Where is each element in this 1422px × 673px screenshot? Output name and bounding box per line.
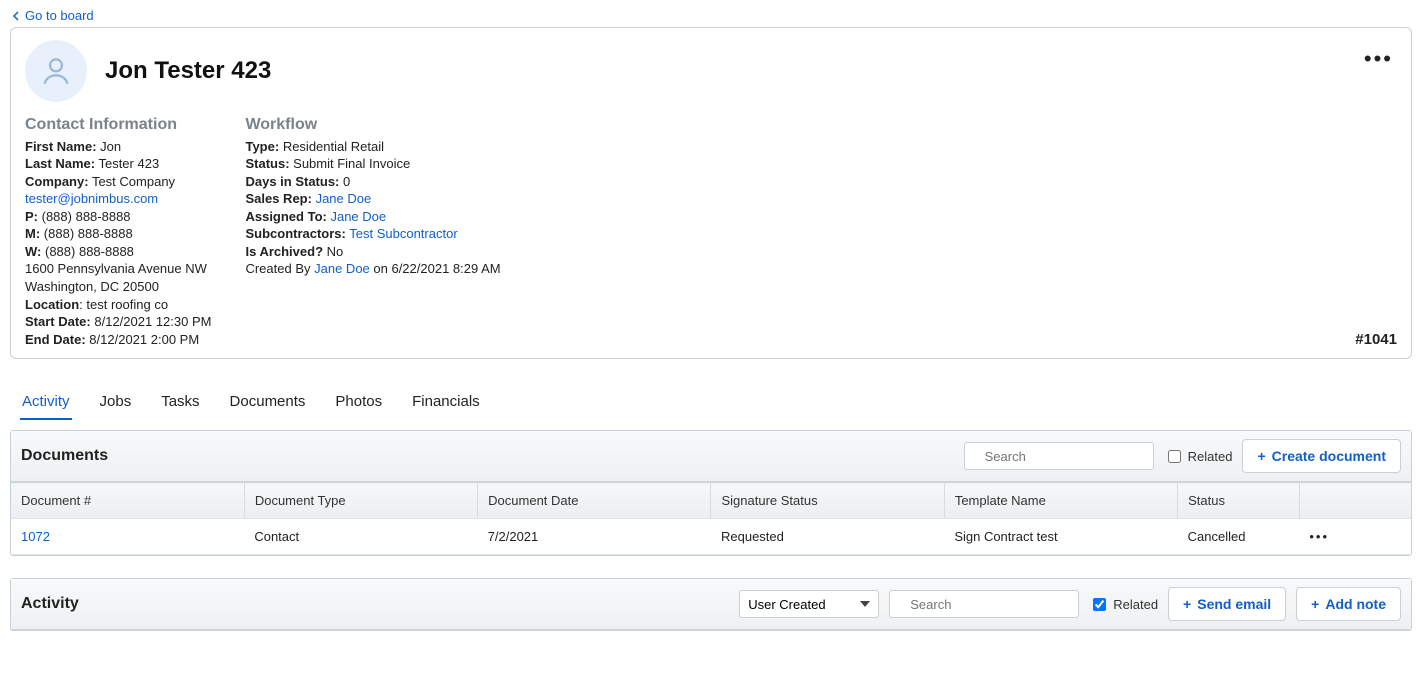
documents-panel: Documents Related + Create document: [10, 430, 1412, 556]
contact-info-heading: Contact Information: [25, 114, 211, 136]
avatar: [25, 40, 87, 102]
plus-icon: +: [1311, 596, 1319, 612]
doc-type-cell: Contact: [244, 519, 477, 555]
activity-panel-title: Activity: [21, 595, 79, 613]
location-label: Location: [25, 297, 79, 312]
wf-rep-link[interactable]: Jane Doe: [316, 191, 372, 206]
first-name-value: Jon: [100, 139, 121, 154]
address-line-2: Washington, DC 20500: [25, 278, 211, 296]
phone-m-value: (888) 888-8888: [44, 226, 133, 241]
tab-activity[interactable]: Activity: [20, 387, 72, 420]
arrow-left-icon: [12, 11, 22, 21]
phone-w-label: W:: [25, 244, 41, 259]
end-date-value: 8/12/2021 2:00 PM: [89, 332, 199, 347]
wf-created-label: Created By: [245, 261, 314, 276]
record-id: #1041: [1355, 331, 1397, 348]
activity-related-label: Related: [1113, 597, 1158, 612]
wf-sub-label: Subcontractors:: [245, 226, 345, 241]
table-row: 1072 Contact 7/2/2021 Requested Sign Con…: [11, 519, 1411, 555]
location-value: : test roofing co: [79, 297, 168, 312]
send-email-button[interactable]: + Send email: [1168, 587, 1286, 621]
last-name-value: Tester 423: [98, 156, 159, 171]
wf-days-value: 0: [343, 174, 350, 189]
start-date-value: 8/12/2021 12:30 PM: [94, 314, 211, 329]
col-template[interactable]: Template Name: [944, 483, 1177, 519]
activity-search-input[interactable]: [908, 596, 1088, 613]
tab-jobs[interactable]: Jobs: [98, 387, 134, 420]
documents-panel-title: Documents: [21, 447, 108, 465]
contact-info-block: Contact Information First Name: Jon Last…: [25, 114, 211, 348]
wf-status-label: Status:: [245, 156, 289, 171]
address-line-1: 1600 Pennsylvania Avenue NW: [25, 260, 211, 278]
last-name-label: Last Name:: [25, 156, 95, 171]
wf-created-by-link[interactable]: Jane Doe: [314, 261, 370, 276]
documents-table: Document # Document Type Document Date S…: [11, 482, 1411, 555]
col-status[interactable]: Status: [1178, 483, 1300, 519]
person-icon: [39, 54, 73, 88]
wf-type-value: Residential Retail: [283, 139, 384, 154]
wf-days-label: Days in Status:: [245, 174, 339, 189]
contact-card: ••• Jon Tester 423 Contact Information F…: [10, 27, 1412, 359]
end-date-label: End Date:: [25, 332, 86, 347]
wf-assigned-link[interactable]: Jane Doe: [330, 209, 386, 224]
wf-archived-label: Is Archived?: [245, 244, 323, 259]
documents-related-checkbox[interactable]: [1168, 450, 1181, 463]
back-to-board-label: Go to board: [25, 8, 94, 23]
tab-financials[interactable]: Financials: [410, 387, 482, 420]
wf-type-label: Type:: [245, 139, 279, 154]
tab-documents[interactable]: Documents: [228, 387, 308, 420]
activity-search-wrap: [889, 590, 1079, 618]
phone-m-label: M:: [25, 226, 40, 241]
start-date-label: Start Date:: [25, 314, 91, 329]
wf-archived-value: No: [327, 244, 344, 259]
activity-filter-select[interactable]: User Created: [739, 590, 879, 618]
plus-icon: +: [1183, 596, 1191, 612]
phone-w-value: (888) 888-8888: [45, 244, 134, 259]
activity-panel: Activity User Created Related + Send ema…: [10, 578, 1412, 631]
workflow-heading: Workflow: [245, 114, 500, 136]
wf-status-value: Submit Final Invoice: [293, 156, 410, 171]
col-doc-type[interactable]: Document Type: [244, 483, 477, 519]
first-name-label: First Name:: [25, 139, 97, 154]
activity-related-checkbox[interactable]: [1093, 598, 1106, 611]
wf-sub-link[interactable]: Test Subcontractor: [349, 226, 457, 241]
company-label: Company:: [25, 174, 89, 189]
col-doc-date[interactable]: Document Date: [478, 483, 711, 519]
phone-p-label: P:: [25, 209, 38, 224]
doc-num-link[interactable]: 1072: [21, 529, 50, 544]
doc-template-cell: Sign Contract test: [944, 519, 1177, 555]
email-link[interactable]: tester@jobnimbus.com: [25, 191, 158, 206]
add-note-label: Add note: [1325, 596, 1386, 612]
doc-status-cell: Cancelled: [1178, 519, 1300, 555]
wf-rep-label: Sales Rep:: [245, 191, 311, 206]
create-document-label: Create document: [1272, 448, 1386, 464]
send-email-label: Send email: [1197, 596, 1271, 612]
company-value: Test Company: [92, 174, 175, 189]
wf-assigned-label: Assigned To:: [245, 209, 326, 224]
tab-tasks[interactable]: Tasks: [159, 387, 201, 420]
documents-related-label: Related: [1188, 449, 1233, 464]
row-more-button[interactable]: •••: [1299, 519, 1411, 555]
documents-search-input[interactable]: [983, 448, 1163, 465]
documents-related-toggle[interactable]: Related: [1164, 447, 1233, 466]
wf-created-on: on 6/22/2021 8:29 AM: [370, 261, 501, 276]
documents-search-wrap: [964, 442, 1154, 470]
tab-photos[interactable]: Photos: [333, 387, 384, 420]
tab-bar: Activity Jobs Tasks Documents Photos Fin…: [10, 387, 1412, 420]
card-more-button[interactable]: •••: [1364, 46, 1393, 72]
col-sig-status[interactable]: Signature Status: [711, 483, 944, 519]
plus-icon: +: [1257, 448, 1265, 464]
phone-p-value: (888) 888-8888: [42, 209, 131, 224]
workflow-block: Workflow Type: Residential Retail Status…: [245, 114, 500, 348]
add-note-button[interactable]: + Add note: [1296, 587, 1401, 621]
page-title: Jon Tester 423: [105, 57, 271, 85]
create-document-button[interactable]: + Create document: [1242, 439, 1401, 473]
col-actions: [1299, 483, 1411, 519]
col-doc-num[interactable]: Document #: [11, 483, 244, 519]
doc-date-cell: 7/2/2021: [478, 519, 711, 555]
doc-sig-cell: Requested: [711, 519, 944, 555]
activity-related-toggle[interactable]: Related: [1089, 595, 1158, 614]
back-to-board-link[interactable]: Go to board: [12, 8, 94, 23]
